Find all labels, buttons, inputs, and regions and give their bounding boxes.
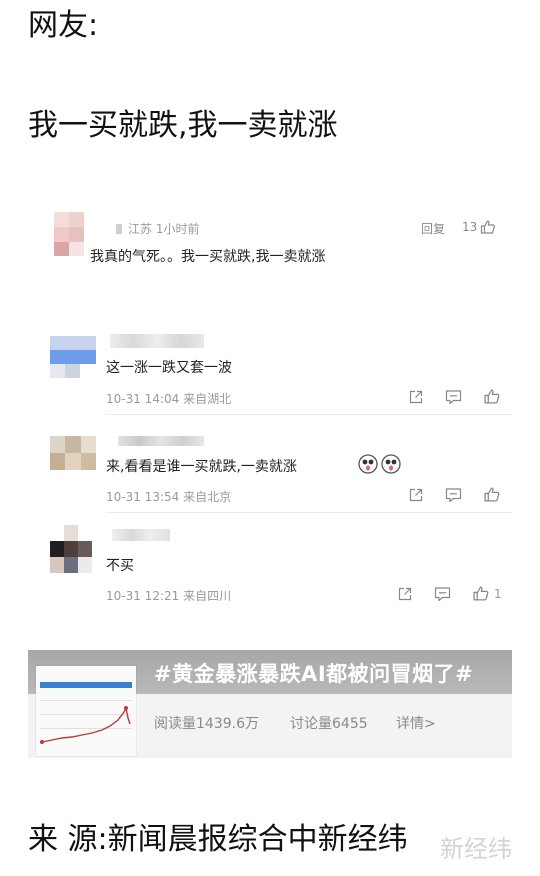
quote-headline: 我一买就跌,我一卖就涨	[28, 108, 338, 143]
divider	[106, 512, 512, 513]
watermark: 新经纬	[440, 835, 512, 863]
username-placeholder[interactable]	[110, 334, 204, 348]
topic-card[interactable]: #黄金暴涨暴跌AI都被问冒烟了# 阅读量1439.6万 讨论量6455 详情>	[28, 650, 512, 758]
reads-count: 阅读量1439.6万	[154, 716, 259, 732]
share-icon[interactable]	[397, 586, 413, 602]
avatar[interactable]	[54, 212, 84, 256]
hashtag-title[interactable]: #黄金暴涨暴跌AI都被问冒烟了#	[154, 658, 473, 688]
source-line: 来 源:新闻晨报综合中新经纬	[28, 822, 408, 857]
thumbs-up-icon[interactable]	[483, 388, 501, 405]
surprised-emoji-icon	[381, 454, 401, 474]
comment-text: 我真的气死。。我一买就跌,我一卖就涨	[90, 249, 326, 265]
comment-meta: 10-31 12:21 来自四川	[106, 589, 232, 603]
comment-icon[interactable]	[445, 487, 462, 503]
comment-meta: 10-31 14:04 来自湖北	[106, 392, 232, 406]
location-tag-icon	[116, 224, 122, 234]
netizen-label: 网友:	[28, 8, 99, 43]
comment-text: 不买	[106, 558, 134, 574]
comment-icon[interactable]	[434, 586, 451, 602]
comment-icon[interactable]	[445, 389, 462, 405]
chart-thumbnail[interactable]	[36, 666, 136, 756]
thumbs-up-icon[interactable]	[483, 486, 501, 503]
share-icon[interactable]	[408, 389, 424, 405]
like-count: 13	[462, 220, 478, 234]
share-icon[interactable]	[408, 487, 424, 503]
comment-text: 来,看看是谁一买就跌,一卖就涨	[106, 459, 297, 475]
comment-text: 这一涨一跌又套一波	[106, 360, 232, 376]
avatar[interactable]	[50, 336, 96, 378]
username-placeholder[interactable]	[112, 529, 170, 541]
avatar[interactable]	[50, 436, 96, 470]
divider	[106, 414, 512, 415]
surprised-emoji-icon	[358, 454, 378, 474]
details-link[interactable]: 详情>	[396, 713, 436, 733]
comment-meta: 10-31 13:54 来自北京	[106, 490, 232, 504]
avatar[interactable]	[50, 525, 92, 573]
comment-meta: 江苏 1小时前	[128, 222, 200, 236]
reply-button[interactable]: 回复	[421, 220, 445, 237]
thumbs-up-icon[interactable]	[472, 585, 490, 602]
discussion-count: 讨论量6455	[290, 716, 368, 732]
thumbs-up-icon[interactable]	[480, 219, 496, 235]
username-placeholder[interactable]	[118, 436, 204, 446]
like-count: 1	[494, 587, 502, 601]
